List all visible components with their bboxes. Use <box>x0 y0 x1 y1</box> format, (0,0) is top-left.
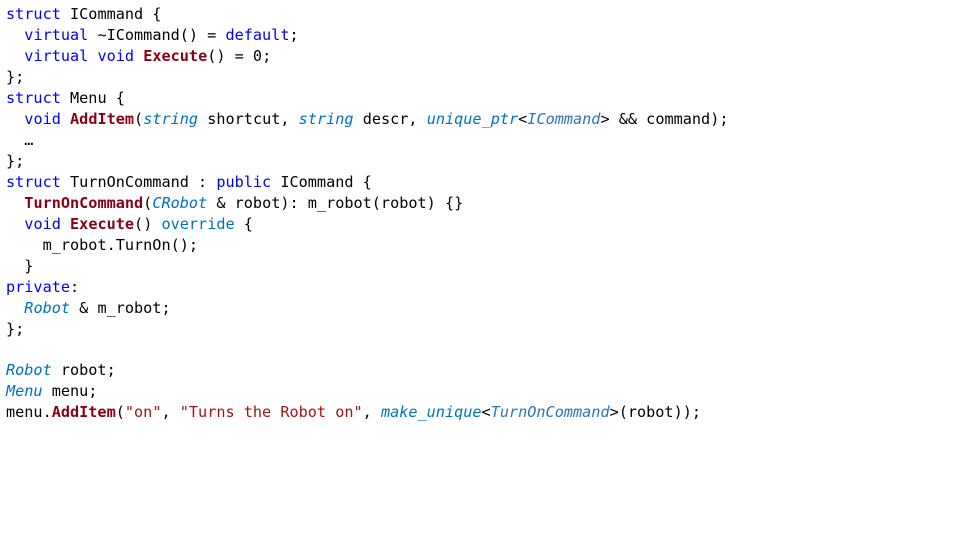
text: & m_robot; <box>70 299 171 317</box>
line: void AddItem(string shortcut, string des… <box>6 110 728 128</box>
text: (robot)); <box>619 403 701 421</box>
keyword-override: override <box>161 215 234 233</box>
fn-execute: Execute <box>143 47 207 65</box>
fn-execute: Execute <box>70 215 134 233</box>
type-crobot: CRobot <box>152 194 207 212</box>
keyword-struct: struct <box>6 173 61 191</box>
line: Robot robot; <box>6 361 116 379</box>
type-robot: Robot <box>24 299 70 317</box>
fn-additem: AddItem <box>70 110 134 128</box>
type-menu: Menu <box>6 382 43 400</box>
keyword-private: private <box>6 278 70 296</box>
text: m_robot.TurnOn(); <box>43 236 198 254</box>
line: }; <box>6 320 24 338</box>
text: shortcut, <box>198 110 299 128</box>
text: () = 0; <box>207 47 271 65</box>
text: < <box>482 403 491 421</box>
text: menu; <box>43 382 98 400</box>
text: ( <box>134 110 143 128</box>
line: }; <box>6 152 24 170</box>
keyword-void: void <box>97 47 134 65</box>
text: () <box>134 215 161 233</box>
keyword-virtual: virtual <box>24 26 88 44</box>
line: struct ICommand { <box>6 5 161 23</box>
line: struct Menu { <box>6 89 125 107</box>
template-arg: TurnOnCommand <box>491 403 610 421</box>
line: private: <box>6 278 79 296</box>
text: ; <box>289 26 298 44</box>
line: m_robot.TurnOn(); <box>6 236 198 254</box>
line: } <box>6 257 33 275</box>
text: ICommand { <box>271 173 372 191</box>
fn-make-unique: make_unique <box>381 403 482 421</box>
text: & robot): m_robot(robot) {} <box>207 194 463 212</box>
text: : <box>70 278 79 296</box>
keyword-default: default <box>225 26 289 44</box>
text: , <box>161 403 179 421</box>
line: void Execute() override { <box>6 215 253 233</box>
text: ( <box>143 194 152 212</box>
keyword-virtual: virtual <box>24 47 88 65</box>
keyword-public: public <box>216 173 271 191</box>
type-string: string <box>143 110 198 128</box>
type-string: string <box>299 110 354 128</box>
string: "on" <box>125 403 162 421</box>
code-listing: struct ICommand { virtual ~ICommand() = … <box>0 0 960 427</box>
indent <box>6 236 43 254</box>
line: virtual ~ICommand() = default; <box>6 26 299 44</box>
text: menu. <box>6 403 52 421</box>
string: "Turns the Robot on" <box>180 403 363 421</box>
text <box>61 215 70 233</box>
indent <box>6 194 24 212</box>
text: ( <box>116 403 125 421</box>
text: TurnOnCommand : <box>61 173 216 191</box>
keyword-void: void <box>24 215 61 233</box>
text: ICommand { <box>61 5 162 23</box>
indent <box>6 47 24 65</box>
indent <box>6 299 24 317</box>
text: ~ICommand() = <box>88 26 225 44</box>
text: > <box>610 403 619 421</box>
text: robot; <box>52 361 116 379</box>
blank-line <box>6 341 15 359</box>
fn-ctor: TurnOnCommand <box>24 194 143 212</box>
indent <box>6 215 24 233</box>
text: Menu { <box>61 89 125 107</box>
indent <box>6 26 24 44</box>
keyword-struct: struct <box>6 89 61 107</box>
template-arg: ICommand <box>527 110 600 128</box>
line: TurnOnCommand(CRobot & robot): m_robot(r… <box>6 194 463 212</box>
keyword-void: void <box>24 110 61 128</box>
type-unique-ptr: unique_ptr <box>427 110 518 128</box>
line: … <box>6 131 33 149</box>
line: menu.AddItem("on", "Turns the Robot on",… <box>6 403 701 421</box>
type-robot: Robot <box>6 361 52 379</box>
line: Menu menu; <box>6 382 97 400</box>
line: virtual void Execute() = 0; <box>6 47 271 65</box>
text: < <box>518 110 527 128</box>
text: , <box>363 403 381 421</box>
text: > <box>600 110 609 128</box>
line: struct TurnOnCommand : public ICommand { <box>6 173 372 191</box>
fn-additem: AddItem <box>52 403 116 421</box>
line: Robot & m_robot; <box>6 299 171 317</box>
text: && command); <box>610 110 729 128</box>
text <box>134 47 143 65</box>
line: }; <box>6 68 24 86</box>
keyword-struct: struct <box>6 5 61 23</box>
text: { <box>235 215 253 233</box>
indent <box>6 110 24 128</box>
text: descr, <box>354 110 427 128</box>
text <box>61 110 70 128</box>
